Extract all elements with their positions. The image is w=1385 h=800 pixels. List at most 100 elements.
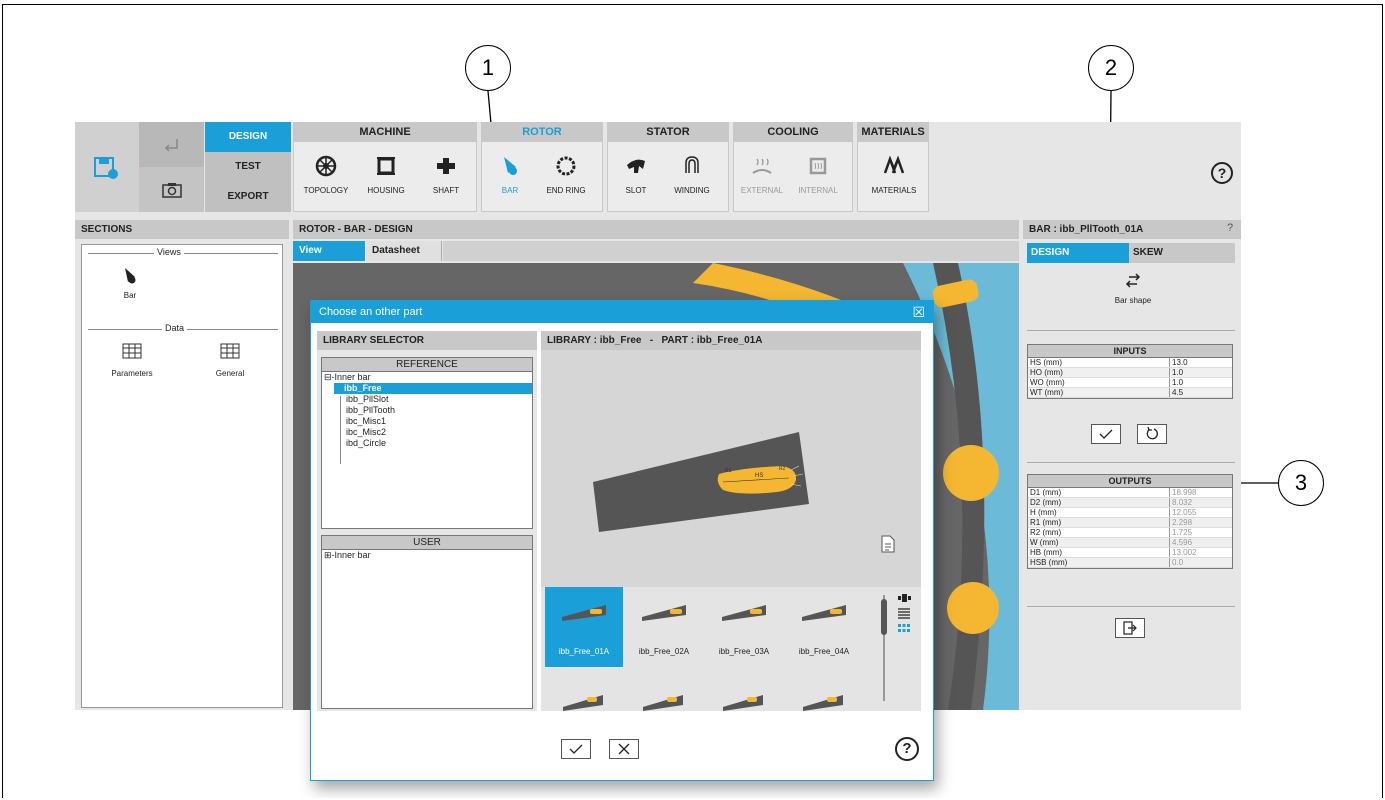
thumbnail-item[interactable]: ibb_Free_03A bbox=[705, 587, 783, 667]
check-icon bbox=[1099, 429, 1113, 439]
properties-panel: BAR : ibb_PllTooth_01A ? DESIGN SKEW Bar… bbox=[1023, 220, 1241, 710]
tree-root[interactable]: ⊞-Inner bar bbox=[322, 550, 532, 561]
design-tab[interactable]: DESIGN bbox=[1027, 243, 1129, 263]
input-value[interactable]: 1.0 bbox=[1170, 378, 1232, 387]
table-row: W (mm) 4.596 bbox=[1028, 538, 1232, 548]
tree-item[interactable]: ibb_Free bbox=[334, 383, 532, 394]
properties-help-button[interactable]: ? bbox=[1227, 222, 1233, 234]
tree-item[interactable]: ibc_Misc1 bbox=[322, 416, 532, 427]
table-row: WT (mm) 4.5 bbox=[1028, 388, 1232, 398]
save-icon[interactable] bbox=[93, 156, 119, 185]
undo-button[interactable] bbox=[139, 122, 204, 167]
input-value[interactable]: 13.0 bbox=[1170, 358, 1232, 367]
close-icon[interactable]: ☒ bbox=[912, 301, 925, 323]
parameters-item[interactable]: Parameters bbox=[106, 343, 158, 378]
bar-shape-label: Bar shape bbox=[1114, 296, 1152, 305]
input-key: HS (mm) bbox=[1028, 358, 1170, 367]
materials-icon bbox=[883, 155, 905, 174]
output-key: D2 (mm) bbox=[1028, 498, 1170, 507]
shaft-tool[interactable]: SHAFT bbox=[414, 148, 478, 195]
output-value: 2.298 bbox=[1172, 518, 1193, 527]
output-key: W (mm) bbox=[1028, 538, 1170, 547]
output-key: R1 (mm) bbox=[1028, 518, 1170, 527]
tree-item[interactable]: ibc_Misc2 bbox=[322, 427, 532, 438]
shaft-icon bbox=[437, 158, 455, 174]
list-view-icon[interactable] bbox=[897, 607, 911, 619]
skew-tab[interactable]: SKEW bbox=[1129, 243, 1235, 263]
help-button[interactable]: ? bbox=[1211, 162, 1233, 184]
thumbnail-item-selected[interactable]: ibb_Free_01A bbox=[545, 587, 623, 667]
table-row: R2 (mm) 1.725 bbox=[1028, 528, 1232, 538]
winding-tool[interactable]: WINDING bbox=[660, 148, 724, 195]
topology-tool[interactable]: TOPOLOGY bbox=[294, 148, 358, 195]
check-icon bbox=[569, 744, 583, 754]
machine-group-title: MACHINE bbox=[293, 122, 477, 142]
machine-group: TOPOLOGY HOUSING SHAFT bbox=[293, 142, 477, 212]
export-mode-button[interactable]: EXPORT bbox=[205, 182, 291, 212]
export-results-button[interactable] bbox=[1115, 618, 1145, 638]
tree-root[interactable]: ⊟-Inner bar bbox=[322, 372, 532, 383]
rotor-group: BAR END RING bbox=[481, 142, 603, 212]
part-preview-canvas[interactable]: HS R1 R2 bbox=[541, 350, 921, 586]
thumbnail-strip: ibb_Free_01A ibb_Free_02A ibb_Free_03A i… bbox=[541, 587, 921, 711]
sections-title: SECTIONS bbox=[75, 220, 289, 239]
sections-box: Views Bar Data Parameters General bbox=[81, 244, 283, 708]
user-tree: USER ⊞-Inner bar bbox=[321, 535, 533, 709]
test-mode-button[interactable]: TEST bbox=[205, 152, 291, 182]
tree-guide bbox=[340, 396, 341, 464]
end-ring-tool[interactable]: END RING bbox=[534, 148, 598, 195]
end-ring-label: END RING bbox=[546, 186, 586, 195]
document-icon[interactable] bbox=[881, 535, 895, 553]
bar-view-item[interactable]: Bar bbox=[110, 267, 150, 300]
tree-item[interactable]: ibb_PllTooth bbox=[322, 405, 532, 416]
thumbnail-item[interactable]: ibb_Free_02A bbox=[625, 587, 703, 667]
bar-shape-button[interactable]: Bar shape bbox=[1083, 272, 1183, 305]
apply-inputs-button[interactable] bbox=[1091, 424, 1121, 444]
winding-label: WINDING bbox=[674, 186, 710, 195]
winding-icon bbox=[685, 156, 699, 173]
table-row: D1 (mm) 18.998 bbox=[1028, 488, 1232, 498]
tree-item[interactable]: ibb_PllSlot bbox=[322, 394, 532, 405]
rotor-group-title: ROTOR bbox=[481, 122, 603, 142]
input-key: HO (mm) bbox=[1028, 368, 1170, 377]
thumbnail-label: ibb_Free_02A bbox=[638, 647, 690, 656]
slot-tool[interactable]: SLOT bbox=[604, 148, 668, 195]
bar-tool[interactable]: BAR bbox=[478, 148, 542, 195]
input-value[interactable]: 4.5 bbox=[1170, 388, 1232, 397]
sections-panel: SECTIONS Views Bar Data Parameters Gener… bbox=[75, 220, 289, 710]
snapshot-button[interactable] bbox=[139, 167, 204, 212]
input-value[interactable]: 1.0 bbox=[1170, 368, 1232, 377]
table-icon bbox=[122, 343, 142, 359]
user-title: USER bbox=[322, 536, 532, 550]
housing-tool[interactable]: HOUSING bbox=[354, 148, 418, 195]
part-thumbnail bbox=[642, 605, 686, 621]
thumbnail-row-2 bbox=[563, 695, 843, 711]
scrollbar-handle[interactable] bbox=[881, 599, 887, 635]
design-mode-button[interactable]: DESIGN bbox=[205, 122, 291, 152]
thumbnail-item[interactable]: ibb_Free_04A bbox=[785, 587, 863, 667]
external-cooling-tool[interactable]: EXTERNAL bbox=[730, 148, 794, 195]
library-selector-title: LIBRARY SELECTOR bbox=[317, 331, 537, 350]
dialog-help-button[interactable]: ? bbox=[895, 737, 919, 761]
datasheet-tab[interactable]: Datasheet bbox=[366, 241, 442, 261]
input-key: WO (mm) bbox=[1028, 378, 1170, 387]
materials-tool[interactable]: MATERIALS bbox=[862, 148, 926, 195]
table-row: HSB (mm) 0.0 bbox=[1028, 558, 1232, 568]
undo-icon bbox=[164, 138, 178, 152]
materials-label: MATERIALS bbox=[871, 186, 917, 195]
dialog-cancel-button[interactable] bbox=[609, 739, 639, 759]
general-item[interactable]: General bbox=[204, 343, 256, 378]
topology-icon bbox=[315, 155, 337, 177]
internal-cooling-tool[interactable]: INTERNAL bbox=[786, 148, 850, 195]
view-tab[interactable]: View bbox=[293, 241, 365, 261]
tile-view-icon[interactable] bbox=[897, 593, 911, 603]
part-thumbnail bbox=[802, 605, 846, 621]
dialog-ok-button[interactable] bbox=[561, 739, 591, 759]
reference-tree: REFERENCE ⊟-Inner bar ibb_Free ibb_PllSl… bbox=[321, 357, 533, 529]
reset-inputs-button[interactable] bbox=[1137, 424, 1167, 444]
swap-icon bbox=[1125, 273, 1141, 288]
tree-item[interactable]: ibd_Circle bbox=[322, 438, 532, 449]
dialog-title: Choose an other part bbox=[319, 306, 423, 318]
grid-view-icon[interactable] bbox=[897, 623, 911, 635]
inputs-table: INPUTS HS (mm) 13.0 HO (mm) 1.0 WO (mm) 1.0… bbox=[1027, 344, 1233, 399]
